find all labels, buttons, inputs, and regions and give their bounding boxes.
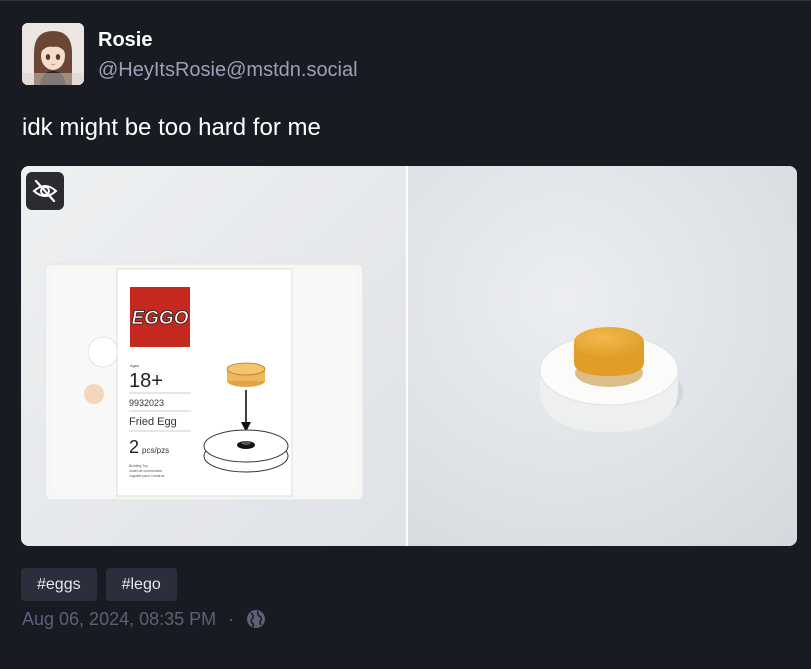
svg-text:Juguete para Construir: Juguete para Construir bbox=[129, 474, 165, 478]
left-image: EGGO Ages 18+ 9932023 Fried Egg 2 pcs/pz… bbox=[21, 166, 406, 546]
hashtag-lego[interactable]: #lego bbox=[105, 568, 177, 601]
hashtag-bar: #eggs #lego bbox=[21, 568, 177, 601]
svg-text:Jouet de construction: Jouet de construction bbox=[129, 469, 162, 473]
hashtag-eggs[interactable]: #eggs bbox=[21, 568, 97, 601]
svg-text:Fried Egg: Fried Egg bbox=[129, 416, 177, 428]
media-images: EGGO Ages 18+ 9932023 Fried Egg 2 pcs/pz… bbox=[21, 166, 797, 546]
globe-icon bbox=[246, 609, 266, 629]
avatar[interactable] bbox=[22, 23, 84, 85]
svg-text:pcs/pzs: pcs/pzs bbox=[142, 446, 169, 455]
top-divider bbox=[0, 0, 811, 1]
svg-text:Ages: Ages bbox=[130, 363, 139, 368]
timestamp[interactable]: Aug 06, 2024, 08:35 PM bbox=[22, 609, 216, 630]
svg-text:9932023: 9932023 bbox=[129, 398, 164, 408]
svg-text:18+: 18+ bbox=[129, 370, 163, 392]
status-text: idk might be too hard for me bbox=[22, 114, 321, 141]
svg-text:Building Toy: Building Toy bbox=[129, 464, 148, 468]
brand-logo: EGGO bbox=[131, 308, 188, 329]
svg-text:2: 2 bbox=[129, 437, 139, 457]
media-gallery[interactable]: EGGO Ages 18+ 9932023 Fried Egg 2 pcs/pz… bbox=[21, 166, 797, 546]
meta-separator: · bbox=[228, 608, 235, 629]
right-image bbox=[408, 166, 797, 546]
display-name[interactable]: Rosie bbox=[98, 29, 152, 52]
hide-media-button[interactable] bbox=[26, 172, 64, 210]
account-handle[interactable]: @HeyItsRosie@mstdn.social bbox=[98, 59, 358, 82]
avatar-anime-girl-icon bbox=[22, 23, 84, 85]
eye-slash-icon bbox=[32, 180, 58, 202]
status-meta: Aug 06, 2024, 08:35 PM · bbox=[22, 608, 266, 630]
